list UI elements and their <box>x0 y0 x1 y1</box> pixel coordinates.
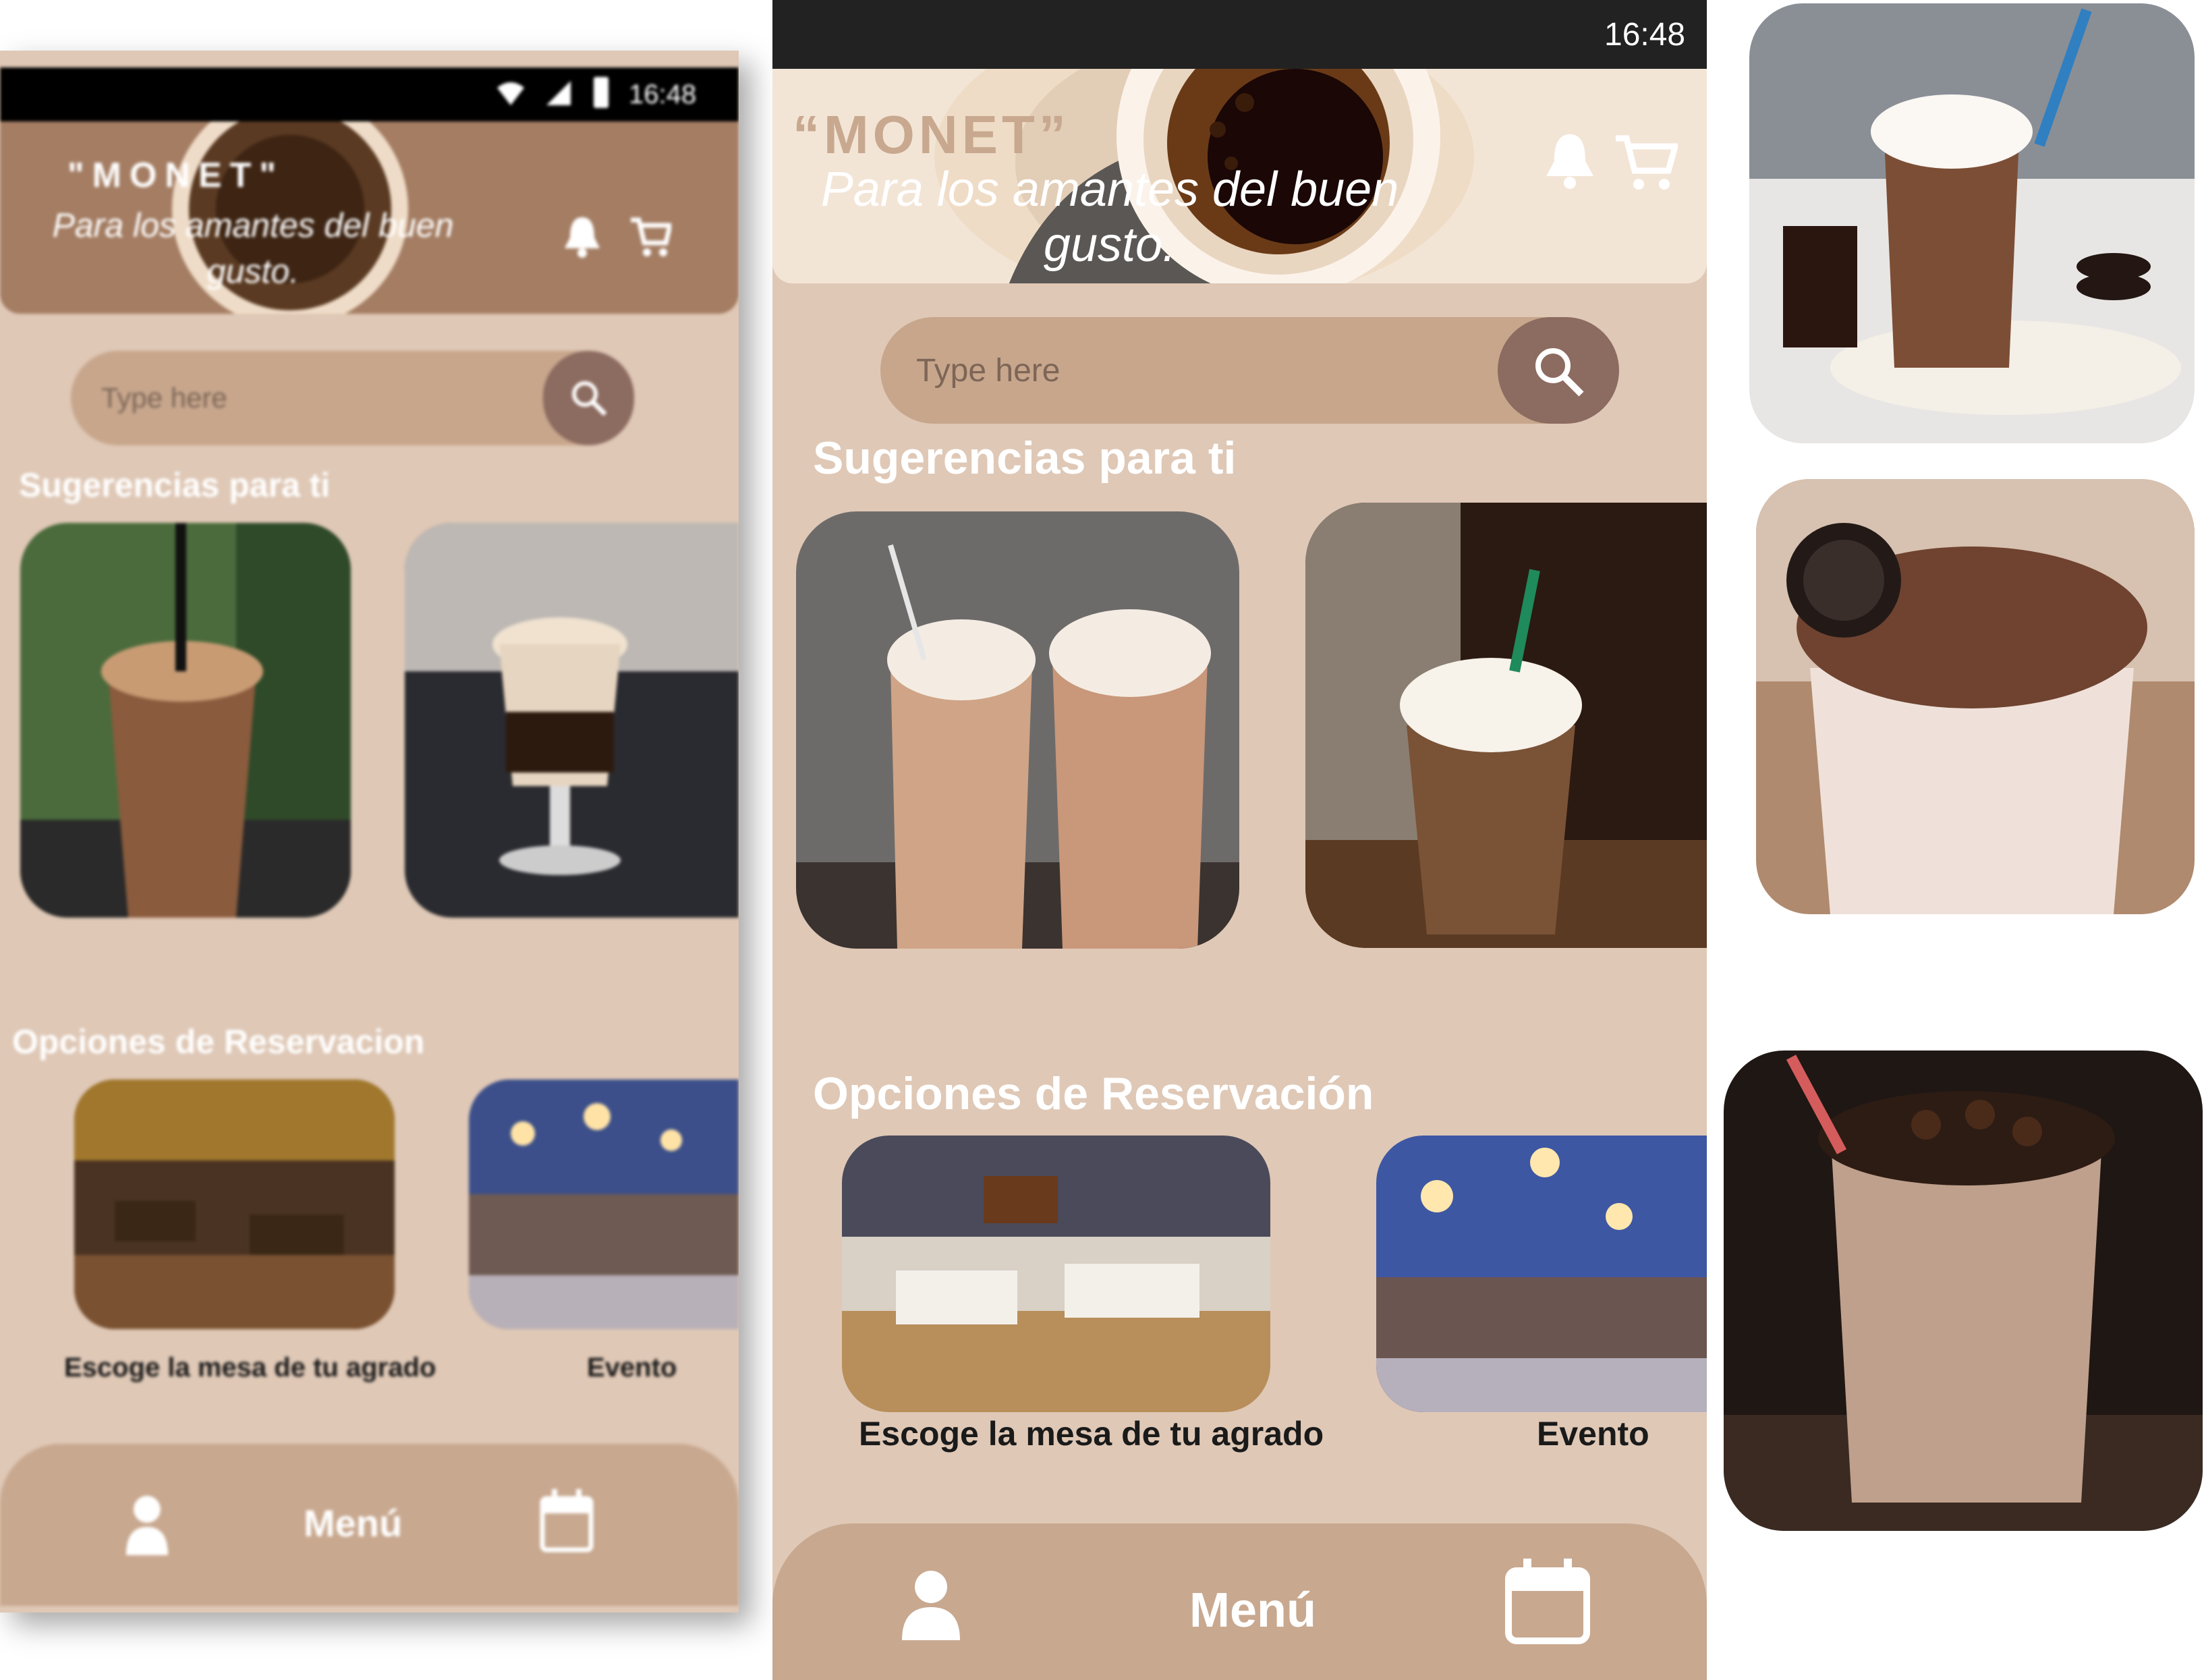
reservation-title: Opciones de Reservacion <box>12 1023 425 1061</box>
suggestions-title: Sugerencias para ti <box>19 466 331 504</box>
phone-mockup-blurred: 16:48 "MONET" Para los amantes del buen … <box>0 51 739 1613</box>
drink-photo-cookie-shake <box>1756 479 2195 914</box>
search-button[interactable] <box>1498 317 1619 424</box>
search-icon <box>1535 348 1584 397</box>
reservation-label-table: Escoge la mesa de tu agrado <box>64 1353 436 1382</box>
reservation-card-table[interactable] <box>842 1136 1270 1412</box>
bottom-nav: Menú <box>0 1444 739 1606</box>
cart-icon[interactable] <box>1614 133 1679 191</box>
calendar-icon[interactable] <box>1504 1557 1591 1645</box>
brand-logo: “MONET” <box>793 105 1070 165</box>
header: "MONET" Para los amantes del buen gusto. <box>0 121 739 314</box>
bell-icon[interactable] <box>1545 133 1595 190</box>
cart-icon[interactable] <box>631 216 673 258</box>
search-button[interactable] <box>543 351 634 445</box>
bottom-nav: Menú <box>772 1523 1707 1680</box>
tagline: Para los amantes del buen gusto. <box>820 163 1399 272</box>
reservation-card-table[interactable] <box>74 1080 395 1329</box>
phone-mockup: 16:48 “MONET” Para los amantes del buen … <box>772 0 1707 1680</box>
menu-button[interactable]: Menú <box>1189 1583 1316 1638</box>
reservation-title: Opciones de Reservación <box>813 1068 1374 1119</box>
signal-icon <box>545 80 572 107</box>
search-input[interactable]: Type here <box>916 352 1060 389</box>
suggestion-card-espresso[interactable] <box>405 523 739 918</box>
drink-photo-coffee-beans <box>1724 1051 2203 1531</box>
status-bar: 16:48 <box>772 0 1707 69</box>
search-input[interactable]: Type here <box>101 382 227 414</box>
wifi-icon <box>496 80 526 107</box>
search-icon <box>572 381 607 416</box>
bell-icon[interactable] <box>563 216 601 258</box>
user-icon[interactable] <box>125 1494 169 1555</box>
reservation-label-event: Evento <box>587 1353 677 1382</box>
user-icon[interactable] <box>901 1569 961 1640</box>
reservation-card-event[interactable] <box>469 1080 739 1329</box>
brand-logo: "MONET" <box>67 156 285 195</box>
reservation-card-event[interactable] <box>1376 1136 1707 1412</box>
status-bar: 16:48 <box>0 67 739 121</box>
header: “MONET” Para los amantes del buen gusto. <box>772 69 1707 283</box>
suggestion-card-frappe[interactable] <box>20 523 351 918</box>
suggestion-card-iced-coffee[interactable] <box>796 511 1239 949</box>
suggestion-card-frappuccino[interactable] <box>1305 503 1707 948</box>
suggestions-title: Sugerencias para ti <box>813 432 1237 484</box>
battery-icon <box>594 77 609 108</box>
tagline: Para los amantes del buen gusto. <box>52 206 454 290</box>
menu-button[interactable]: Menú <box>304 1501 402 1545</box>
reservation-label-event: Evento <box>1537 1415 1649 1453</box>
status-time: 16:48 <box>629 80 697 109</box>
drink-photo-oreo-frappe <box>1749 3 2195 443</box>
status-time: 16:48 <box>1604 17 1686 53</box>
search-bar[interactable]: Type here <box>880 317 1619 424</box>
reservation-label-table: Escoge la mesa de tu agrado <box>859 1415 1324 1453</box>
calendar-icon[interactable] <box>540 1488 594 1552</box>
search-bar[interactable]: Type here <box>71 351 634 445</box>
